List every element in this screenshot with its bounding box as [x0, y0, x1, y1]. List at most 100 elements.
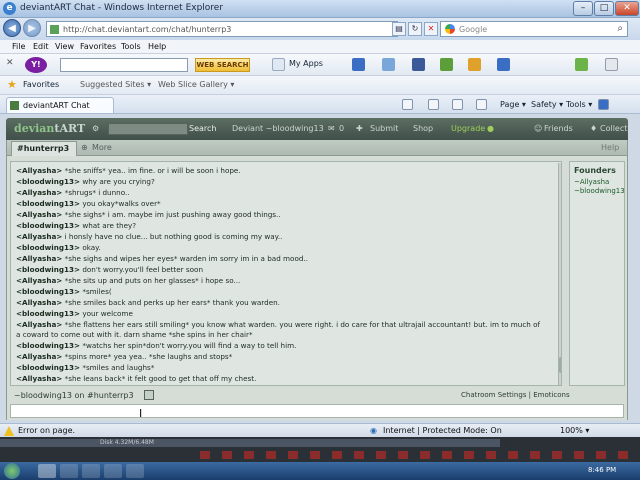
user-entry[interactable]: ~Allyasha — [574, 178, 609, 186]
zoom-level[interactable]: 100% ▾ — [560, 426, 589, 435]
da-user-link[interactable]: Deviant ~bloodwing13 — [232, 124, 324, 133]
help-icon[interactable] — [598, 99, 609, 110]
submit-link[interactable]: Submit — [370, 124, 398, 133]
taskbar-media-icon[interactable] — [82, 464, 100, 478]
taskbar-ie-icon[interactable] — [38, 464, 56, 478]
message-nick[interactable]: <Allyasha> — [16, 188, 62, 197]
message-nick[interactable]: <Allyasha> — [16, 298, 62, 307]
refresh-icon[interactable]: ↻ — [408, 22, 422, 36]
tools-menu[interactable]: Tools ▾ — [566, 100, 592, 109]
menu-file[interactable]: File — [12, 42, 25, 51]
yahoo-logo[interactable]: Y! — [25, 57, 47, 73]
taskbar-explorer-icon[interactable] — [60, 464, 78, 478]
forward-button[interactable]: ▶ — [23, 19, 41, 37]
message-nick[interactable]: <bloodwing13> — [16, 221, 80, 230]
room-options-icon[interactable] — [144, 390, 154, 400]
message-nick[interactable]: <bloodwing13> — [16, 363, 80, 372]
da-search-button[interactable]: Search — [189, 124, 216, 133]
weather-icon[interactable] — [440, 58, 453, 71]
menu-tools[interactable]: Tools — [121, 42, 141, 51]
message-nick[interactable]: <Allyasha> — [16, 232, 62, 241]
message-nick[interactable]: <Allyasha> — [16, 254, 62, 263]
taskbar-app-icon[interactable] — [104, 464, 122, 478]
message-nick[interactable]: <bloodwing13> — [16, 341, 80, 350]
chat-input[interactable] — [10, 404, 624, 418]
feeds-icon[interactable] — [428, 99, 439, 110]
message-nick[interactable]: <Allyasha> — [16, 320, 62, 329]
maximize-button[interactable]: □ — [594, 1, 614, 16]
tab-hunterrp3[interactable]: #hunterrp3 — [11, 141, 77, 156]
news-icon[interactable] — [468, 58, 481, 71]
add-icon[interactable] — [575, 58, 588, 71]
print-icon[interactable] — [476, 99, 487, 110]
search-icon[interactable]: ⌕ — [617, 23, 623, 34]
gear-icon[interactable]: ⚙ — [92, 124, 99, 133]
stop-icon[interactable]: ✕ — [424, 22, 438, 36]
message-nick[interactable]: <Allyasha> — [16, 166, 62, 175]
chat-message: <bloodwing13> okay. — [16, 243, 544, 253]
page-menu[interactable]: Page ▾ — [500, 100, 526, 109]
close-button[interactable]: ✕ — [615, 1, 639, 16]
message-scrollbar[interactable] — [558, 163, 561, 385]
favorites-button[interactable]: Favorites — [23, 80, 59, 89]
more-tab[interactable]: More — [92, 143, 112, 152]
menu-edit[interactable]: Edit — [33, 42, 49, 51]
status-error-text[interactable]: Error on page. — [18, 426, 75, 435]
search-box[interactable]: Google ⌕ — [440, 21, 628, 37]
collect-link[interactable]: Collect — [600, 124, 627, 133]
web-search-button[interactable]: WEB SEARCH — [195, 58, 250, 72]
minimize-button[interactable]: – — [573, 1, 593, 16]
security-zone-text[interactable]: Internet | Protected Mode: On — [383, 426, 502, 435]
deviantart-logo[interactable]: deviantART — [14, 122, 85, 135]
safety-menu[interactable]: Safety ▾ — [531, 100, 563, 109]
read-mail-icon[interactable] — [452, 99, 463, 110]
scrollbar-thumb[interactable] — [559, 357, 561, 373]
menu-help[interactable]: Help — [148, 42, 166, 51]
address-bar[interactable]: http://chat.deviantart.com/chat/hunterrp… — [46, 21, 398, 37]
message-nick[interactable]: <Allyasha> — [16, 352, 62, 361]
back-button[interactable]: ◀ — [3, 19, 21, 37]
start-button[interactable] — [4, 463, 20, 479]
suggested-sites-link[interactable]: Suggested Sites ▾ — [80, 80, 151, 89]
message-nick[interactable]: <bloodwing13> — [16, 199, 80, 208]
menu-view[interactable]: View — [55, 42, 74, 51]
chat-message: <bloodwing13> *smiles and laughs* — [16, 363, 544, 373]
message-nick[interactable]: <bloodwing13> — [16, 177, 80, 186]
message-nick[interactable]: <bloodwing13> — [16, 287, 80, 296]
message-nick[interactable]: <bloodwing13> — [16, 265, 80, 274]
help-link[interactable]: Help — [601, 143, 619, 152]
home-icon[interactable] — [402, 99, 413, 110]
mail-icon[interactable] — [352, 58, 365, 71]
warning-icon[interactable] — [4, 426, 14, 436]
message-icon[interactable]: ✉ — [328, 124, 335, 133]
shop-link[interactable]: Shop — [413, 124, 433, 133]
web-slice-gallery-link[interactable]: Web Slice Gallery ▾ — [158, 80, 234, 89]
message-nick[interactable]: <Allyasha> — [16, 374, 62, 383]
chatroom-settings-link[interactable]: Chatroom Settings | Emoticons — [461, 391, 570, 399]
my-apps-button[interactable]: My Apps — [289, 59, 323, 68]
facebook-icon[interactable] — [412, 58, 425, 71]
deviantart-bar: deviantART ⚙ Search Deviant ~bloodwing13… — [6, 118, 628, 140]
upgrade-link[interactable]: Upgrade — [451, 124, 485, 133]
message-nick[interactable]: <bloodwing13> — [16, 243, 80, 252]
friends-link[interactable]: Friends — [544, 124, 573, 133]
yahoo-search-input[interactable] — [60, 58, 188, 72]
taskbar-clock[interactable]: 8:46 PM — [588, 466, 616, 474]
message-nick[interactable]: <bloodwing13> — [16, 309, 80, 318]
message-text: *she sighs and wipes her eyes* warden im… — [64, 254, 308, 263]
message-nick[interactable]: <Allyasha> — [16, 210, 62, 219]
tab-deviantart-chat[interactable]: deviantART Chat — [6, 97, 114, 113]
menu-favorites[interactable]: Favorites — [80, 42, 116, 51]
settings-icon[interactable] — [605, 58, 618, 71]
games-icon[interactable] — [382, 58, 395, 71]
taskbar-app2-icon[interactable] — [126, 464, 144, 478]
toolbar-close-icon[interactable]: ✕ — [6, 58, 14, 68]
message-nick[interactable]: <Allyasha> — [16, 276, 62, 285]
bookmarks-icon[interactable] — [497, 58, 510, 71]
chat-message: <Allyasha> i honsly have no clue... but … — [16, 232, 544, 242]
compatibility-icon[interactable]: ▤ — [392, 22, 406, 36]
message-text: your welcome — [82, 309, 133, 318]
apps-icon[interactable] — [272, 58, 285, 71]
user-entry[interactable]: ~bloodwing13 — [574, 187, 625, 195]
da-search-input[interactable] — [108, 123, 188, 135]
